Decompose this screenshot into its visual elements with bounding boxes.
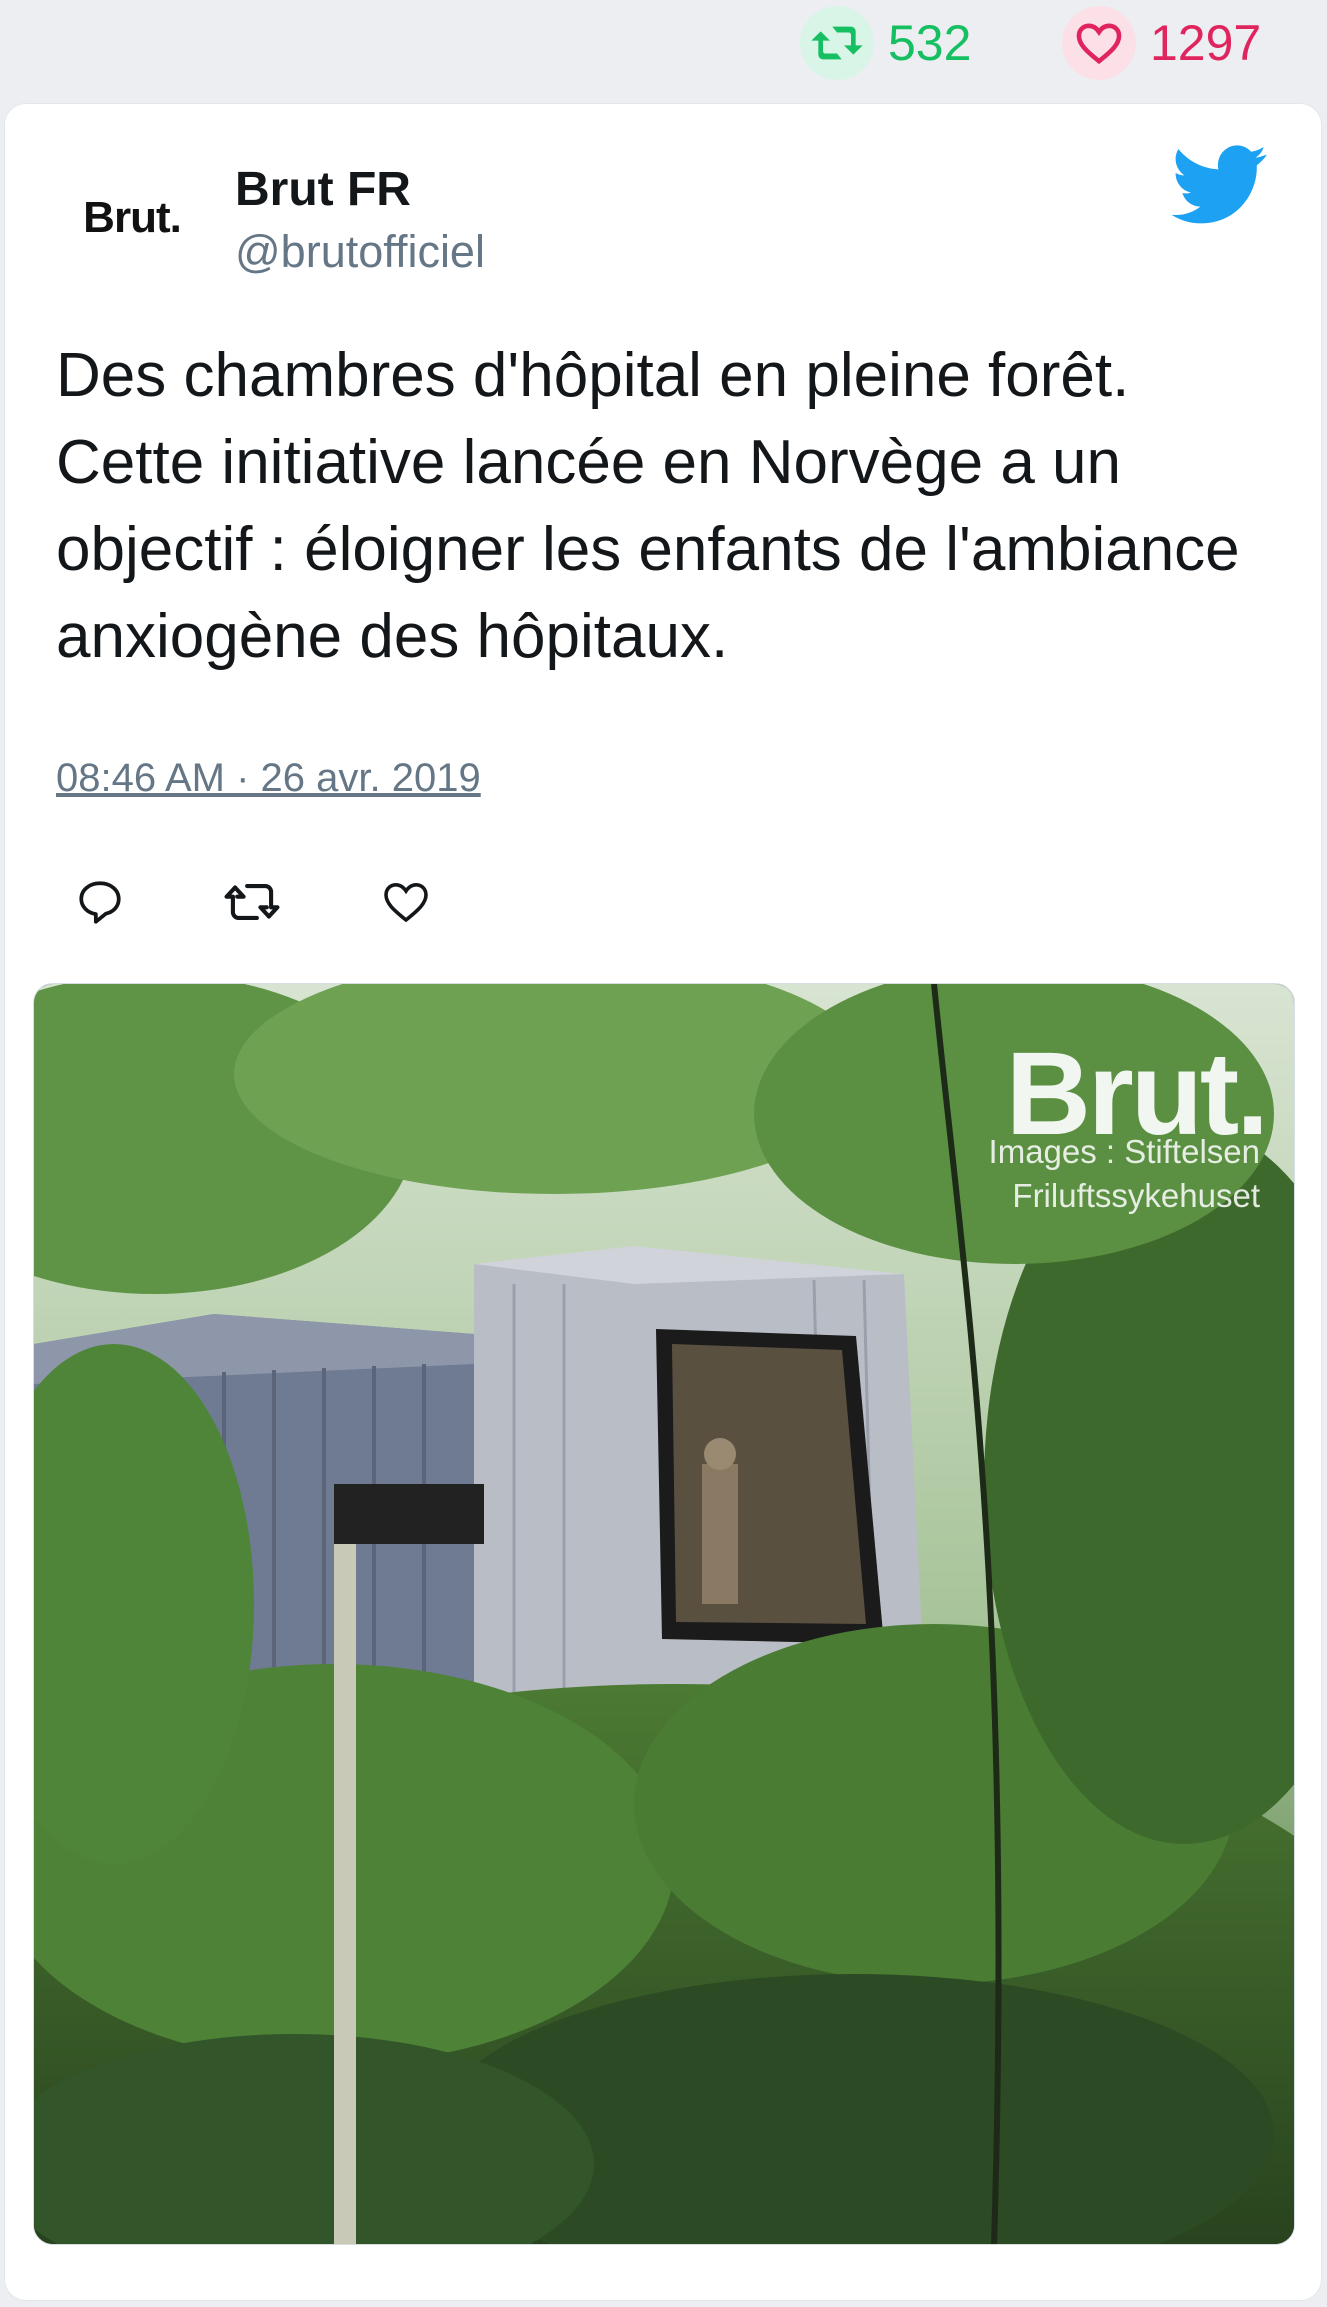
retweet-count[interactable]: 532 xyxy=(800,6,972,80)
author-display-name[interactable]: Brut FR xyxy=(235,162,411,217)
tweet-text: Des chambres d'hôpital en pleine forêt. … xyxy=(56,341,1240,671)
like-count[interactable]: 1297 xyxy=(1062,6,1262,80)
image-credit: Images : Stiftelsen Friluftssykehuset xyxy=(988,1133,1260,1214)
heart-icon xyxy=(384,882,428,923)
like-count-value: 1297 xyxy=(1150,15,1262,71)
tweet-timestamp[interactable]: 08:46 AM · 26 avr. 2019 xyxy=(56,756,481,801)
tweet-media-image[interactable]: Brut. Images : Stiftelsen Friluftssykehu… xyxy=(33,983,1295,2245)
like-button[interactable] xyxy=(376,872,436,932)
retweet-icon xyxy=(224,883,280,921)
twitter-bird-icon[interactable] xyxy=(1171,144,1268,226)
retweet-button[interactable] xyxy=(222,872,282,932)
heart-icon xyxy=(1062,6,1136,80)
retweet-icon xyxy=(800,6,874,80)
avatar[interactable]: Brut. xyxy=(72,168,192,268)
retweet-count-value: 532 xyxy=(888,15,972,71)
engagement-bar: 532 1297 xyxy=(0,0,1327,100)
author-handle[interactable]: @brutofficiel xyxy=(235,226,485,278)
reply-icon xyxy=(79,881,121,924)
reply-button[interactable] xyxy=(70,872,130,932)
